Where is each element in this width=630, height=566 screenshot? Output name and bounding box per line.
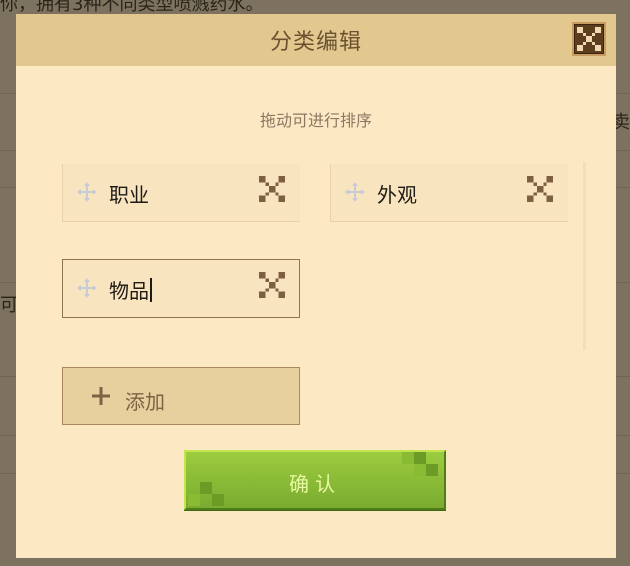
close-button[interactable] bbox=[572, 22, 606, 56]
sort-hint: 拖动可进行排序 bbox=[259, 111, 372, 130]
category-tag[interactable]: 外观 bbox=[330, 164, 568, 222]
category-tag-editing[interactable]: 物品 bbox=[62, 259, 300, 318]
drag-handle-icon[interactable] bbox=[77, 278, 97, 298]
delete-icon[interactable] bbox=[527, 176, 553, 202]
pixel-decoration bbox=[414, 452, 426, 464]
text-caret bbox=[150, 278, 152, 302]
tag-input[interactable]: 物品 bbox=[109, 275, 152, 304]
drag-handle-icon[interactable] bbox=[77, 182, 97, 202]
tag-input-value: 物品 bbox=[109, 279, 149, 303]
add-category-button[interactable]: 添加 bbox=[62, 367, 300, 425]
add-label: 添加 bbox=[125, 390, 165, 414]
pixel-decoration bbox=[402, 452, 414, 464]
dialog-title: 分类编辑 bbox=[269, 30, 362, 55]
confirm-label: 确认 bbox=[289, 472, 341, 496]
plus-icon bbox=[92, 387, 110, 405]
delete-icon[interactable] bbox=[259, 176, 285, 202]
tag-label: 外观 bbox=[377, 183, 417, 207]
category-tag[interactable]: 职业 bbox=[62, 164, 300, 222]
confirm-button[interactable]: 确认 bbox=[184, 450, 446, 510]
tag-label: 职业 bbox=[109, 183, 149, 207]
drag-handle-icon[interactable] bbox=[345, 182, 365, 202]
category-edit-dialog: 分类编辑 拖动可进行排序 职业 外观 物品 添加 确认 bbox=[16, 14, 616, 558]
scrollbar[interactable] bbox=[583, 162, 586, 350]
delete-icon[interactable] bbox=[259, 272, 285, 298]
dialog-header: 分类编辑 bbox=[16, 14, 616, 66]
close-icon bbox=[577, 27, 601, 51]
